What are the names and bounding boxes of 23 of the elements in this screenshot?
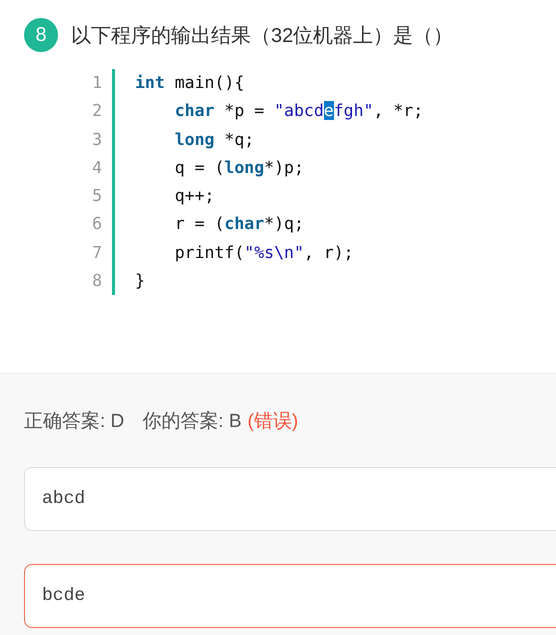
line-number: 7 — [91, 242, 102, 264]
line-number: 6 — [91, 213, 102, 236]
code-line: q++; — [174, 186, 214, 206]
line-number: 2 — [91, 100, 102, 122]
line-number: 1 — [91, 72, 102, 94]
line-number: 3 — [91, 128, 102, 151]
code-line: int main(){ — [135, 73, 244, 92]
option-box[interactable]: abcd — [24, 467, 556, 532]
answer-verdict: (错误) — [248, 410, 298, 434]
code-line: char *p = "abcdefgh", *r; — [174, 101, 424, 120]
question-title: 以下程序的输出结果（32位机器上）是（） — [71, 24, 454, 48]
option-box[interactable]: bcde — [24, 564, 556, 628]
code-line: printf("%s\n", r); — [174, 242, 354, 262]
line-number: 4 — [91, 156, 102, 179]
code-line: long *q; — [174, 130, 254, 149]
code-line: r = (char*)q; — [174, 214, 304, 234]
code-line: } — [135, 271, 145, 290]
code-line: q = (long*)p; — [174, 158, 304, 177]
correct-answer: 正确答案: D — [24, 410, 124, 434]
line-number: 8 — [91, 270, 102, 292]
question-number: 8 — [24, 18, 58, 52]
line-number: 5 — [91, 185, 102, 208]
user-answer: 你的答案: B — [142, 410, 242, 434]
